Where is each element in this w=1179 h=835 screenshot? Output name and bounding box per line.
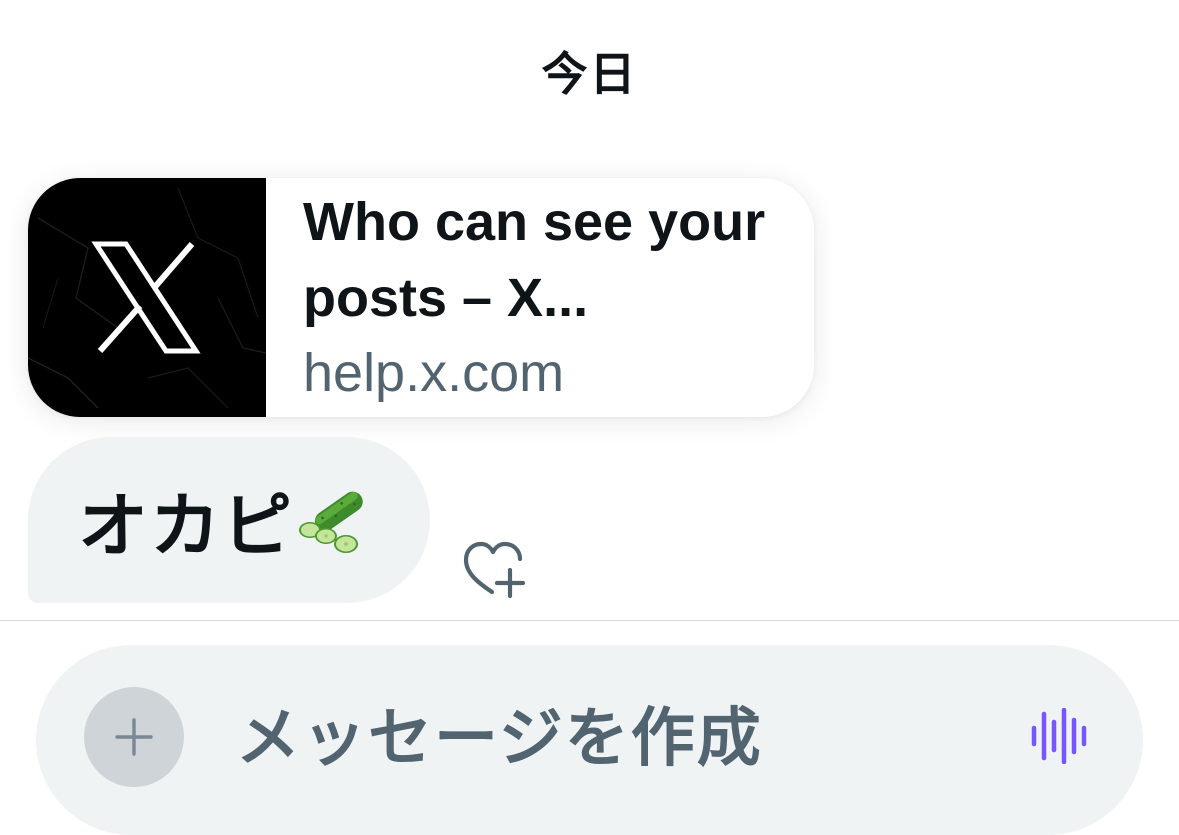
plus-icon	[115, 718, 153, 756]
add-attachment-button[interactable]	[84, 687, 184, 787]
message-text: オカピ	[78, 486, 294, 565]
x-logo-icon	[91, 241, 201, 354]
link-text: Who can see your posts – X... help.x.com	[266, 178, 814, 417]
message-composer	[36, 645, 1143, 835]
voice-waveform-icon[interactable]	[1030, 708, 1088, 764]
link-domain: help.x.com	[303, 343, 565, 403]
message-bubble[interactable]: オカピ	[28, 437, 430, 603]
link-thumbnail	[28, 178, 266, 417]
message-input[interactable]	[236, 693, 996, 783]
link-title: Who can see your posts – X...	[303, 192, 766, 328]
heart-plus-icon[interactable]	[460, 540, 526, 600]
date-separator: 今日	[541, 48, 638, 100]
cucumber-emoji-icon	[299, 491, 363, 553]
composer-divider	[0, 620, 1179, 621]
link-preview-card[interactable]: Who can see your posts – X... help.x.com	[28, 178, 814, 417]
